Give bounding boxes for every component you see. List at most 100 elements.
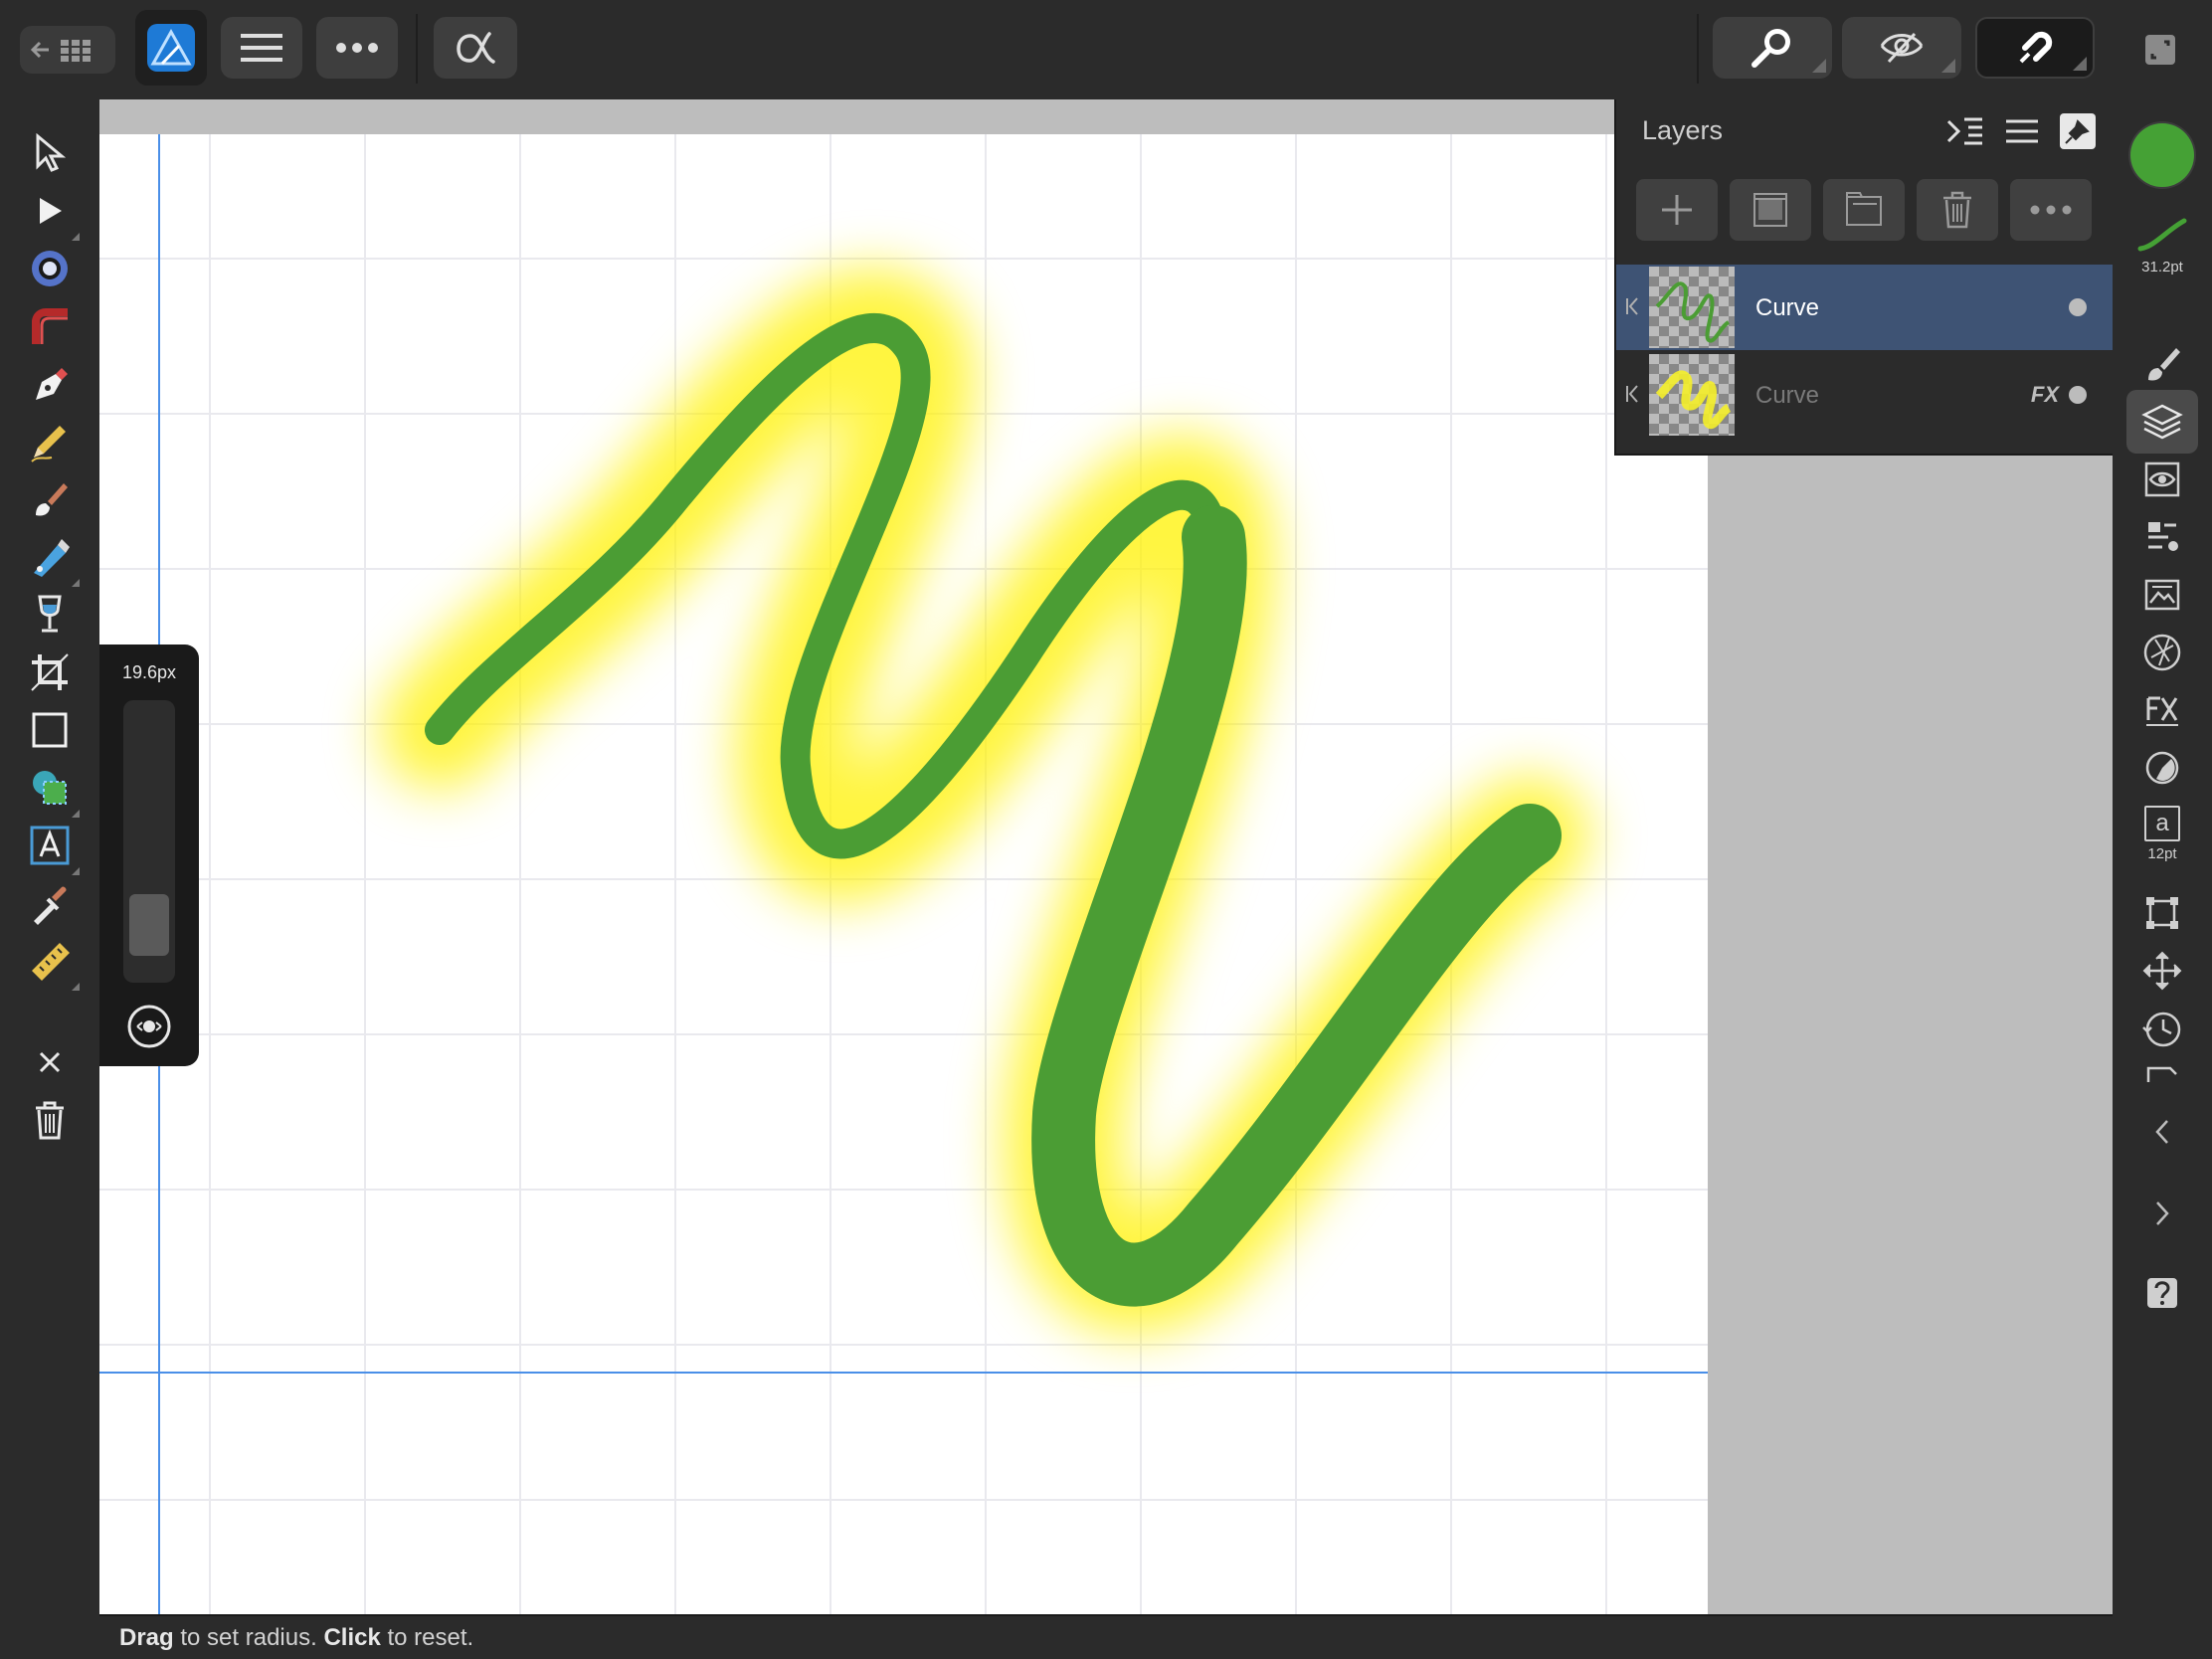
target-icon [32, 251, 68, 286]
collapse-panel-button[interactable] [1944, 113, 1984, 149]
layer-row[interactable]: Curve [1616, 265, 2115, 350]
group-icon [1846, 192, 1882, 226]
adjustments-panel-button[interactable] [2130, 448, 2194, 511]
ellipsis-icon [2030, 205, 2072, 215]
shape-builder-tool[interactable] [18, 756, 82, 820]
radius-slider[interactable] [123, 700, 175, 983]
color-picker-tool[interactable] [18, 871, 82, 935]
flood-fill-tool[interactable] [18, 237, 82, 300]
stock-panel-button[interactable] [2130, 563, 2194, 627]
radius-slider-knob[interactable] [129, 894, 169, 956]
rectangle-tool[interactable] [18, 698, 82, 762]
collapse-list-icon [1946, 117, 1982, 145]
more-button[interactable] [316, 17, 398, 79]
view-mode-button[interactable] [1842, 17, 1961, 79]
transparency-panel-button[interactable] [2130, 736, 2194, 800]
crop-tool[interactable] [18, 641, 82, 704]
pencil-icon [31, 426, 66, 462]
hint-drag-text: to set radius. [173, 1623, 324, 1651]
assistant-button[interactable] [434, 17, 517, 79]
trash-icon [36, 1101, 64, 1140]
layer-expand-icon[interactable] [1624, 382, 1644, 406]
appearance-panel-button[interactable] [2130, 505, 2194, 569]
layer-thumbnail [1649, 354, 1735, 436]
add-mask-button[interactable] [1730, 179, 1811, 241]
fill-tool[interactable] [18, 294, 82, 358]
tools-panel [0, 99, 99, 1659]
brushes-panel-button[interactable] [2130, 332, 2194, 396]
expand-right-button[interactable] [2130, 1182, 2194, 1245]
fx-icon [2146, 696, 2178, 726]
history-panel-button[interactable] [2130, 997, 2194, 1060]
node-tool[interactable] [18, 179, 82, 243]
pen-tool[interactable] [18, 352, 82, 416]
context-hint-bar: Drag to set radius. Click to reset. [99, 1614, 2113, 1659]
document-menu-button[interactable] [221, 17, 302, 79]
color-panel-button[interactable] [2130, 621, 2194, 684]
fill-color-swatch[interactable] [2130, 123, 2194, 187]
panel-menu-button[interactable] [2004, 115, 2040, 147]
plus-icon [1662, 195, 1692, 225]
snapping-options-corner[interactable] [2073, 57, 2087, 71]
pencil-tool[interactable] [18, 410, 82, 473]
add-layer-button[interactable] [1636, 179, 1718, 241]
collapse-left-button[interactable] [2130, 1100, 2194, 1164]
pixel-persona-tool[interactable] [18, 583, 82, 646]
constraints-panel-button[interactable] [2130, 1054, 2194, 1094]
move-arrows-icon [2142, 951, 2182, 991]
designer-persona-button[interactable] [135, 10, 207, 86]
brush-icon [36, 483, 68, 516]
curve-glow-stroke [380, 269, 1589, 1335]
back-to-gallery-button[interactable] [20, 26, 115, 74]
layers-panel-button[interactable] [2126, 390, 2198, 454]
radius-panel: 19.6px [99, 645, 199, 1066]
layer-expand-icon[interactable] [1624, 294, 1644, 318]
measure-tool[interactable] [18, 929, 82, 993]
paint-brush-tool[interactable] [18, 467, 82, 531]
snapping-button[interactable] [1975, 17, 2095, 79]
move-arrow-icon [36, 133, 67, 172]
layer-fx-badge[interactable]: FX [2031, 382, 2059, 408]
artistic-text-tool[interactable] [18, 814, 82, 877]
layer-row[interactable]: Curve FX [1616, 352, 2115, 438]
group-layers-button[interactable] [1823, 179, 1905, 241]
trash-icon [1943, 191, 1971, 229]
stroke-curve-icon [2137, 218, 2187, 251]
zoom-options-corner[interactable] [1812, 59, 1826, 73]
vector-brush-tool[interactable] [18, 525, 82, 589]
move-tool[interactable] [18, 121, 82, 185]
hint-click-keyword: Click [323, 1623, 381, 1651]
toolbar-divider-right [1697, 14, 1699, 84]
pin-icon [2060, 113, 2096, 149]
view-options-corner[interactable] [1941, 59, 1955, 73]
font-size-value: 12pt [2147, 844, 2177, 862]
layers-stack-icon [2141, 404, 2183, 440]
layer-visibility-toggle[interactable] [2069, 298, 2087, 316]
fullscreen-button[interactable] [2142, 32, 2178, 68]
curve-stroke-thick [1031, 505, 1562, 1307]
text-glyph-box: a [2144, 805, 2180, 841]
text-styles-button[interactable]: a 12pt [2130, 794, 2194, 873]
zoom-button[interactable] [1713, 17, 1832, 79]
text-frame-icon [30, 826, 70, 865]
transform-panel-button[interactable] [2130, 881, 2194, 945]
navigator-panel-button[interactable] [2130, 939, 2194, 1003]
crop-icon [31, 653, 69, 691]
stock-image-icon [2144, 579, 2180, 611]
layer-more-button[interactable] [2010, 179, 2092, 241]
layers-panel-title: Layers [1642, 115, 1724, 145]
radius-target-icon [127, 1005, 171, 1048]
pin-panel-button[interactable] [2058, 111, 2098, 151]
help-button[interactable] [2130, 1261, 2194, 1325]
stroke-width-control[interactable]: 31.2pt [2130, 199, 2194, 290]
delete-button[interactable] [18, 1088, 82, 1152]
layer-visibility-toggle[interactable] [2069, 386, 2087, 404]
hint-click-text: to reset. [380, 1623, 474, 1651]
delete-layer-button[interactable] [1917, 179, 1998, 241]
radius-reset-button[interactable] [125, 1003, 173, 1050]
effects-panel-button[interactable] [2130, 678, 2194, 742]
vector-brush-icon [34, 539, 70, 577]
close-button[interactable] [18, 1030, 82, 1094]
hamburger-menu-icon [241, 34, 282, 62]
magnifier-icon [1751, 29, 1790, 68]
